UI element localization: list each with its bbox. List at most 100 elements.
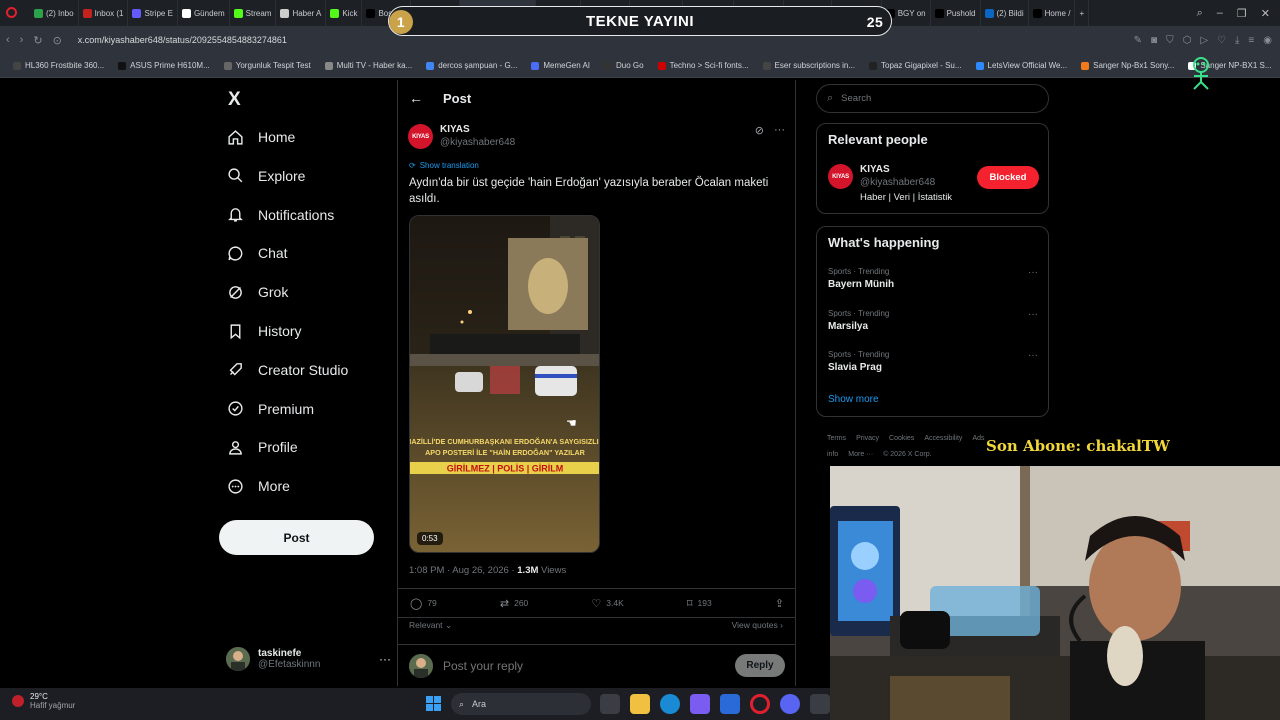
browser-tab[interactable]: (2) Bildi — [981, 0, 1029, 26]
discord-icon[interactable] — [780, 694, 800, 714]
nav-item-chat[interactable]: Chat — [226, 239, 288, 267]
footer-link[interactable]: More ··· — [848, 451, 873, 458]
footer-link[interactable]: Privacy — [856, 435, 879, 442]
reply-input[interactable] — [443, 658, 725, 673]
windows-start-icon[interactable] — [426, 696, 441, 711]
browser-tab[interactable]: Stripe E — [128, 0, 178, 26]
post-author[interactable]: KIYAS KIYAS @kiyashaber648 — [408, 124, 515, 149]
more-dots-icon[interactable]: ··· — [774, 124, 785, 137]
footer-link[interactable]: © 2026 X Corp. — [883, 451, 931, 458]
download-icon[interactable]: ⤓ — [1235, 35, 1239, 46]
bookmark-item[interactable]: MemeGen AI — [524, 61, 597, 70]
nav-item-grok[interactable]: Grok — [226, 278, 288, 306]
browser-tab[interactable]: Inbox (1 — [79, 0, 129, 26]
more-dots-icon[interactable]: ··· — [1028, 267, 1038, 278]
bookmark-item[interactable]: Techno > Sci-fi fonts... — [651, 61, 756, 70]
minimize-icon[interactable]: – — [1217, 7, 1223, 20]
browser-tab[interactable]: Gündem — [178, 0, 230, 26]
blocked-button[interactable]: Blocked — [977, 166, 1039, 189]
bookmark-item[interactable]: HL360 Frostbite 360... — [6, 61, 111, 70]
footer-link[interactable]: Cookies — [889, 435, 914, 442]
app-icon[interactable] — [810, 694, 830, 714]
author-handle[interactable]: @kiyashaber648 — [440, 137, 515, 148]
camera-icon[interactable]: ◙ — [1151, 35, 1157, 46]
search-tabs-icon[interactable]: ⌕ — [1197, 7, 1203, 20]
browser-tab[interactable]: Kick — [326, 0, 363, 26]
edit-icon[interactable]: ✎ — [1134, 35, 1142, 46]
relevant-person[interactable]: KIYAS KIYAS @kiyashaber648 Haber | Veri … — [828, 164, 952, 203]
grok-icon[interactable]: ⊘ — [755, 124, 764, 137]
site-info-icon[interactable]: ⊙ — [53, 34, 62, 47]
reply-sort-dropdown[interactable]: Relevant ⌄ — [409, 620, 452, 631]
browser-tab[interactable]: (2) Inbo — [30, 0, 79, 26]
reload-icon[interactable]: ↻ — [33, 34, 42, 47]
trend-item[interactable]: Sports · Trending Bayern Münih ··· — [828, 267, 1038, 290]
footer-link[interactable]: Terms — [827, 435, 846, 442]
new-tab-button[interactable]: + — [1075, 0, 1090, 26]
more-dots-icon[interactable]: ··· — [1028, 309, 1038, 320]
search-box[interactable]: ⌕ — [816, 84, 1049, 113]
trend-item[interactable]: Sports · Trending Slavia Prag ··· — [828, 350, 1038, 373]
repost-action[interactable]: ⇄ 260 — [500, 597, 528, 610]
author-avatar[interactable]: KIYAS — [408, 124, 433, 149]
browser-tab[interactable]: Haber A — [276, 0, 327, 26]
bookmark-item[interactable]: Duo Go — [597, 61, 651, 70]
bookmark-item[interactable]: ASUS Prime H610M... — [111, 61, 217, 70]
author-name[interactable]: KIYAS — [440, 124, 515, 135]
more-dots-icon[interactable]: ··· — [1028, 350, 1038, 361]
menu-icon[interactable]: ≡ — [1248, 35, 1254, 46]
nav-item-explore[interactable]: Explore — [226, 162, 305, 190]
bookmark-action[interactable]: ⌑ 193 — [687, 597, 712, 610]
opera-menu-icon[interactable] — [6, 7, 17, 18]
browser-tab[interactable]: Home / — [1029, 0, 1076, 26]
url-field[interactable]: x.com/kiyashaber648/status/2092554854883… — [78, 35, 287, 45]
nav-item-premium[interactable]: Premium — [226, 395, 314, 423]
edge-icon[interactable] — [660, 694, 680, 714]
like-action[interactable]: ♡ 3.4K — [591, 597, 623, 610]
person-avatar[interactable]: KIYAS — [828, 164, 853, 189]
footer-link[interactable]: Accessibility — [924, 435, 962, 442]
bookmark-item[interactable]: dercos şampuan - G... — [419, 61, 524, 70]
search-input[interactable] — [841, 93, 974, 104]
trend-item[interactable]: Sports · Trending Marsilya ··· — [828, 309, 1038, 332]
show-translation-link[interactable]: ⟳ Show translation — [409, 161, 479, 170]
extensions-icon[interactable]: ⬡ — [1183, 35, 1192, 46]
copilot-icon[interactable] — [690, 694, 710, 714]
post-timestamp[interactable]: 1:08 PM · Aug 26, 2026 · — [409, 565, 517, 576]
taskbar-search[interactable]: ⌕ Ara — [451, 693, 591, 715]
bookmark-item[interactable]: LetsView Official We... — [969, 61, 1075, 70]
back-icon[interactable]: ‹ — [6, 34, 10, 46]
bookmark-item[interactable]: Topaz Gigapixel - Su... — [862, 61, 968, 70]
nav-item-more[interactable]: More — [226, 472, 290, 500]
reply-action[interactable]: ◯ 79 — [410, 597, 437, 610]
store-icon[interactable] — [720, 694, 740, 714]
browser-tab[interactable]: Pushold — [931, 0, 981, 26]
bookmark-item[interactable]: Yorgunluk Tespit Test — [217, 61, 318, 70]
file-explorer-icon[interactable] — [630, 694, 650, 714]
post-button[interactable]: Post — [219, 520, 374, 555]
bookmark-item[interactable]: Multi TV - Haber ka... — [318, 61, 419, 70]
nav-item-notifications[interactable]: Notifications — [226, 201, 334, 229]
shield-icon[interactable]: ⛉ — [1166, 35, 1174, 46]
more-dots-icon[interactable]: ··· — [379, 652, 391, 666]
opera-icon[interactable] — [750, 694, 770, 714]
maximize-icon[interactable]: ❐ — [1237, 7, 1247, 20]
bookmark-item[interactable]: Eser subscriptions in... — [756, 61, 862, 70]
bookmark-item[interactable]: Sanger Np-Bx1 Sony... — [1074, 61, 1181, 70]
forward-icon[interactable]: › — [20, 34, 24, 46]
profile-icon[interactable]: ◉ — [1263, 35, 1272, 46]
close-icon[interactable]: ✕ — [1261, 7, 1270, 20]
nav-item-home[interactable]: Home — [226, 123, 295, 151]
reply-button[interactable]: Reply — [735, 654, 785, 677]
nav-item-creator-studio[interactable]: Creator Studio — [226, 356, 348, 384]
nav-item-history[interactable]: History — [226, 317, 302, 345]
nav-item-profile[interactable]: Profile — [226, 433, 298, 461]
task-view-icon[interactable] — [600, 694, 620, 714]
weather-widget[interactable]: 29°C Hafif yağmur — [12, 692, 75, 710]
browser-tab[interactable]: Stream — [230, 0, 277, 26]
share-action[interactable]: ⇪ — [775, 597, 784, 610]
play-icon[interactable]: ▷ — [1200, 35, 1208, 46]
heart-icon[interactable]: ♡ — [1217, 35, 1226, 46]
x-logo-icon[interactable]: X — [228, 89, 241, 111]
show-more-link[interactable]: Show more — [828, 394, 879, 405]
